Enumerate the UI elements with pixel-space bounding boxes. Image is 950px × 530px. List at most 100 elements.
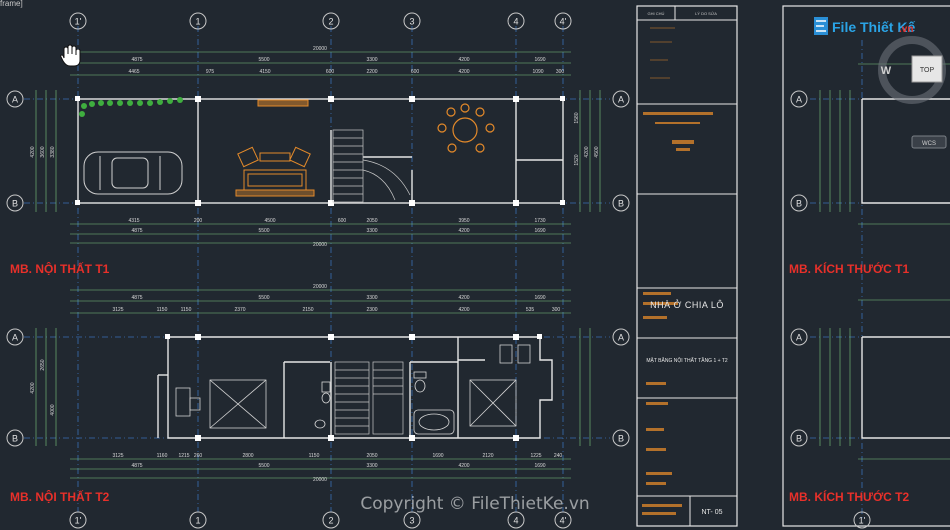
floor-plan-t2[interactable]: MB. NỘI THẤT T2 xyxy=(10,334,553,504)
plan-title-t2-interior: MB. NỘI THẤT T2 xyxy=(10,489,110,504)
svg-text:A: A xyxy=(796,333,802,343)
svg-text:B: B xyxy=(12,434,18,444)
svg-text:3: 3 xyxy=(409,516,414,526)
bathtub-icon xyxy=(413,409,455,435)
svg-text:3125: 3125 xyxy=(112,453,123,459)
svg-text:4150: 4150 xyxy=(259,69,270,75)
viewcube-top-label: TOP xyxy=(920,67,935,74)
svg-text:A: A xyxy=(12,333,18,343)
svg-text:B: B xyxy=(618,199,624,209)
svg-text:2300: 2300 xyxy=(366,307,377,313)
svg-text:4000: 4000 xyxy=(50,404,56,415)
dimension-plans-right[interactable]: A B A B 1' MB. KÍCH THƯỚC T1 MB. KÍCH TH… xyxy=(782,5,950,529)
svg-text:2370: 2370 xyxy=(234,307,245,313)
walls-t1 xyxy=(77,98,564,204)
svg-text:4875: 4875 xyxy=(131,228,142,234)
svg-text:1150: 1150 xyxy=(309,453,320,459)
svg-text:1150: 1150 xyxy=(181,307,192,313)
svg-text:2120: 2120 xyxy=(482,453,493,459)
svg-text:4200: 4200 xyxy=(30,382,36,393)
viewcube-widget[interactable]: TOP W WCS xyxy=(878,36,947,149)
svg-text:4': 4' xyxy=(560,17,567,27)
svg-text:1215: 1215 xyxy=(178,453,189,459)
svg-text:300: 300 xyxy=(556,69,565,75)
walls-t2 xyxy=(157,336,553,439)
plan-title-t1-dims: MB. KÍCH THƯỚC T1 xyxy=(789,261,910,276)
bed-right-icon xyxy=(469,344,531,427)
grid-bubble-row-a-t1: A xyxy=(6,90,24,108)
svg-text:2200: 2200 xyxy=(366,69,377,75)
svg-text:1690: 1690 xyxy=(534,295,545,301)
svg-text:20000: 20000 xyxy=(313,242,327,248)
svg-text:B: B xyxy=(796,199,802,209)
svg-text:A: A xyxy=(618,95,624,105)
cad-drawing-canvas[interactable]: frame] 1' 1 2 3 4 4' 1' 1 2 3 4 4' A A B… xyxy=(0,0,950,530)
svg-text:2: 2 xyxy=(328,17,333,27)
svg-text:260: 260 xyxy=(194,453,203,459)
svg-text:B: B xyxy=(618,434,624,444)
svg-text:4: 4 xyxy=(513,516,518,526)
svg-text:3: 3 xyxy=(409,17,414,27)
svg-text:1160: 1160 xyxy=(157,453,168,459)
svg-text:1690: 1690 xyxy=(432,453,443,459)
svg-text:3300: 3300 xyxy=(366,228,377,234)
dimensions-t2 xyxy=(35,289,591,479)
svg-text:1': 1' xyxy=(75,17,82,27)
wcs-label: WCS xyxy=(922,141,936,147)
compass-west-label[interactable]: W xyxy=(881,65,892,77)
dim-total-t2: 20000 xyxy=(313,284,327,290)
drawing-name: MẶT BẰNG NỘI THẤT TẦNG 1 + T2 xyxy=(646,356,728,364)
svg-text:975: 975 xyxy=(206,69,215,75)
svg-text:240: 240 xyxy=(554,453,563,459)
svg-text:4200: 4200 xyxy=(584,146,590,157)
grid-bubble-row-b-t1: B xyxy=(6,194,24,212)
staircase-t2-icon xyxy=(334,361,404,435)
svg-text:1: 1 xyxy=(195,516,200,526)
staircase-t1-icon xyxy=(332,129,411,203)
svg-text:4315: 4315 xyxy=(128,218,139,224)
watermark-logo-suffix: .vn xyxy=(899,24,913,35)
svg-text:A: A xyxy=(12,95,18,105)
columns-t1 xyxy=(75,96,565,206)
plan-title-t1-interior: MB. NỘI THẤT T1 xyxy=(10,261,110,276)
svg-text:1690: 1690 xyxy=(534,228,545,234)
svg-text:4875: 4875 xyxy=(131,57,142,63)
project-name: NHÀ Ở CHIA LÔ xyxy=(650,299,724,310)
svg-text:A: A xyxy=(796,95,802,105)
grid-bubbles-bottom: 1' 1 2 3 4 4' xyxy=(69,511,572,529)
dimension-texts-t2: 20000 20000 4875 5500 3300 4200 1690 312… xyxy=(30,284,562,483)
svg-text:1730: 1730 xyxy=(534,218,545,224)
svg-text:1580: 1580 xyxy=(574,112,580,123)
svg-text:4465: 4465 xyxy=(128,69,139,75)
svg-text:1690: 1690 xyxy=(534,57,545,63)
svg-text:2650: 2650 xyxy=(40,359,46,370)
svg-text:1: 1 xyxy=(195,17,200,27)
svg-text:B: B xyxy=(796,434,802,444)
svg-text:4500: 4500 xyxy=(264,218,275,224)
svg-text:4200: 4200 xyxy=(458,228,469,234)
svg-text:600: 600 xyxy=(338,218,347,224)
svg-text:3125: 3125 xyxy=(112,307,123,313)
title-block[interactable]: GHI CHÚ LÝ DO SỬA NHÀ Ở CHIA LÔ MẶT BẰNG… xyxy=(636,5,738,527)
sheet-number: NT- 05 xyxy=(701,509,722,516)
svg-text:5500: 5500 xyxy=(258,295,269,301)
svg-text:2150: 2150 xyxy=(302,307,313,313)
svg-text:4500: 4500 xyxy=(594,146,600,157)
svg-text:600: 600 xyxy=(326,69,335,75)
svg-text:3380: 3380 xyxy=(50,146,56,157)
svg-text:4200: 4200 xyxy=(458,69,469,75)
dining-table-icon xyxy=(437,103,495,153)
floor-plan-t1[interactable]: MB. NỘI THẤT T1 xyxy=(10,96,565,276)
svg-text:4200: 4200 xyxy=(458,463,469,469)
pan-hand-cursor-icon xyxy=(60,44,81,67)
svg-text:4: 4 xyxy=(513,17,518,27)
svg-text:4200: 4200 xyxy=(30,146,36,157)
svg-text:3600: 3600 xyxy=(40,146,46,157)
svg-text:4200: 4200 xyxy=(458,295,469,301)
dimension-texts-t1: 20000 20000 4875 5500 3300 4200 1690 446… xyxy=(30,46,600,248)
svg-text:20000: 20000 xyxy=(313,477,327,483)
svg-text:5500: 5500 xyxy=(258,463,269,469)
svg-text:300: 300 xyxy=(552,307,561,313)
svg-text:5500: 5500 xyxy=(258,57,269,63)
svg-text:3300: 3300 xyxy=(366,295,377,301)
